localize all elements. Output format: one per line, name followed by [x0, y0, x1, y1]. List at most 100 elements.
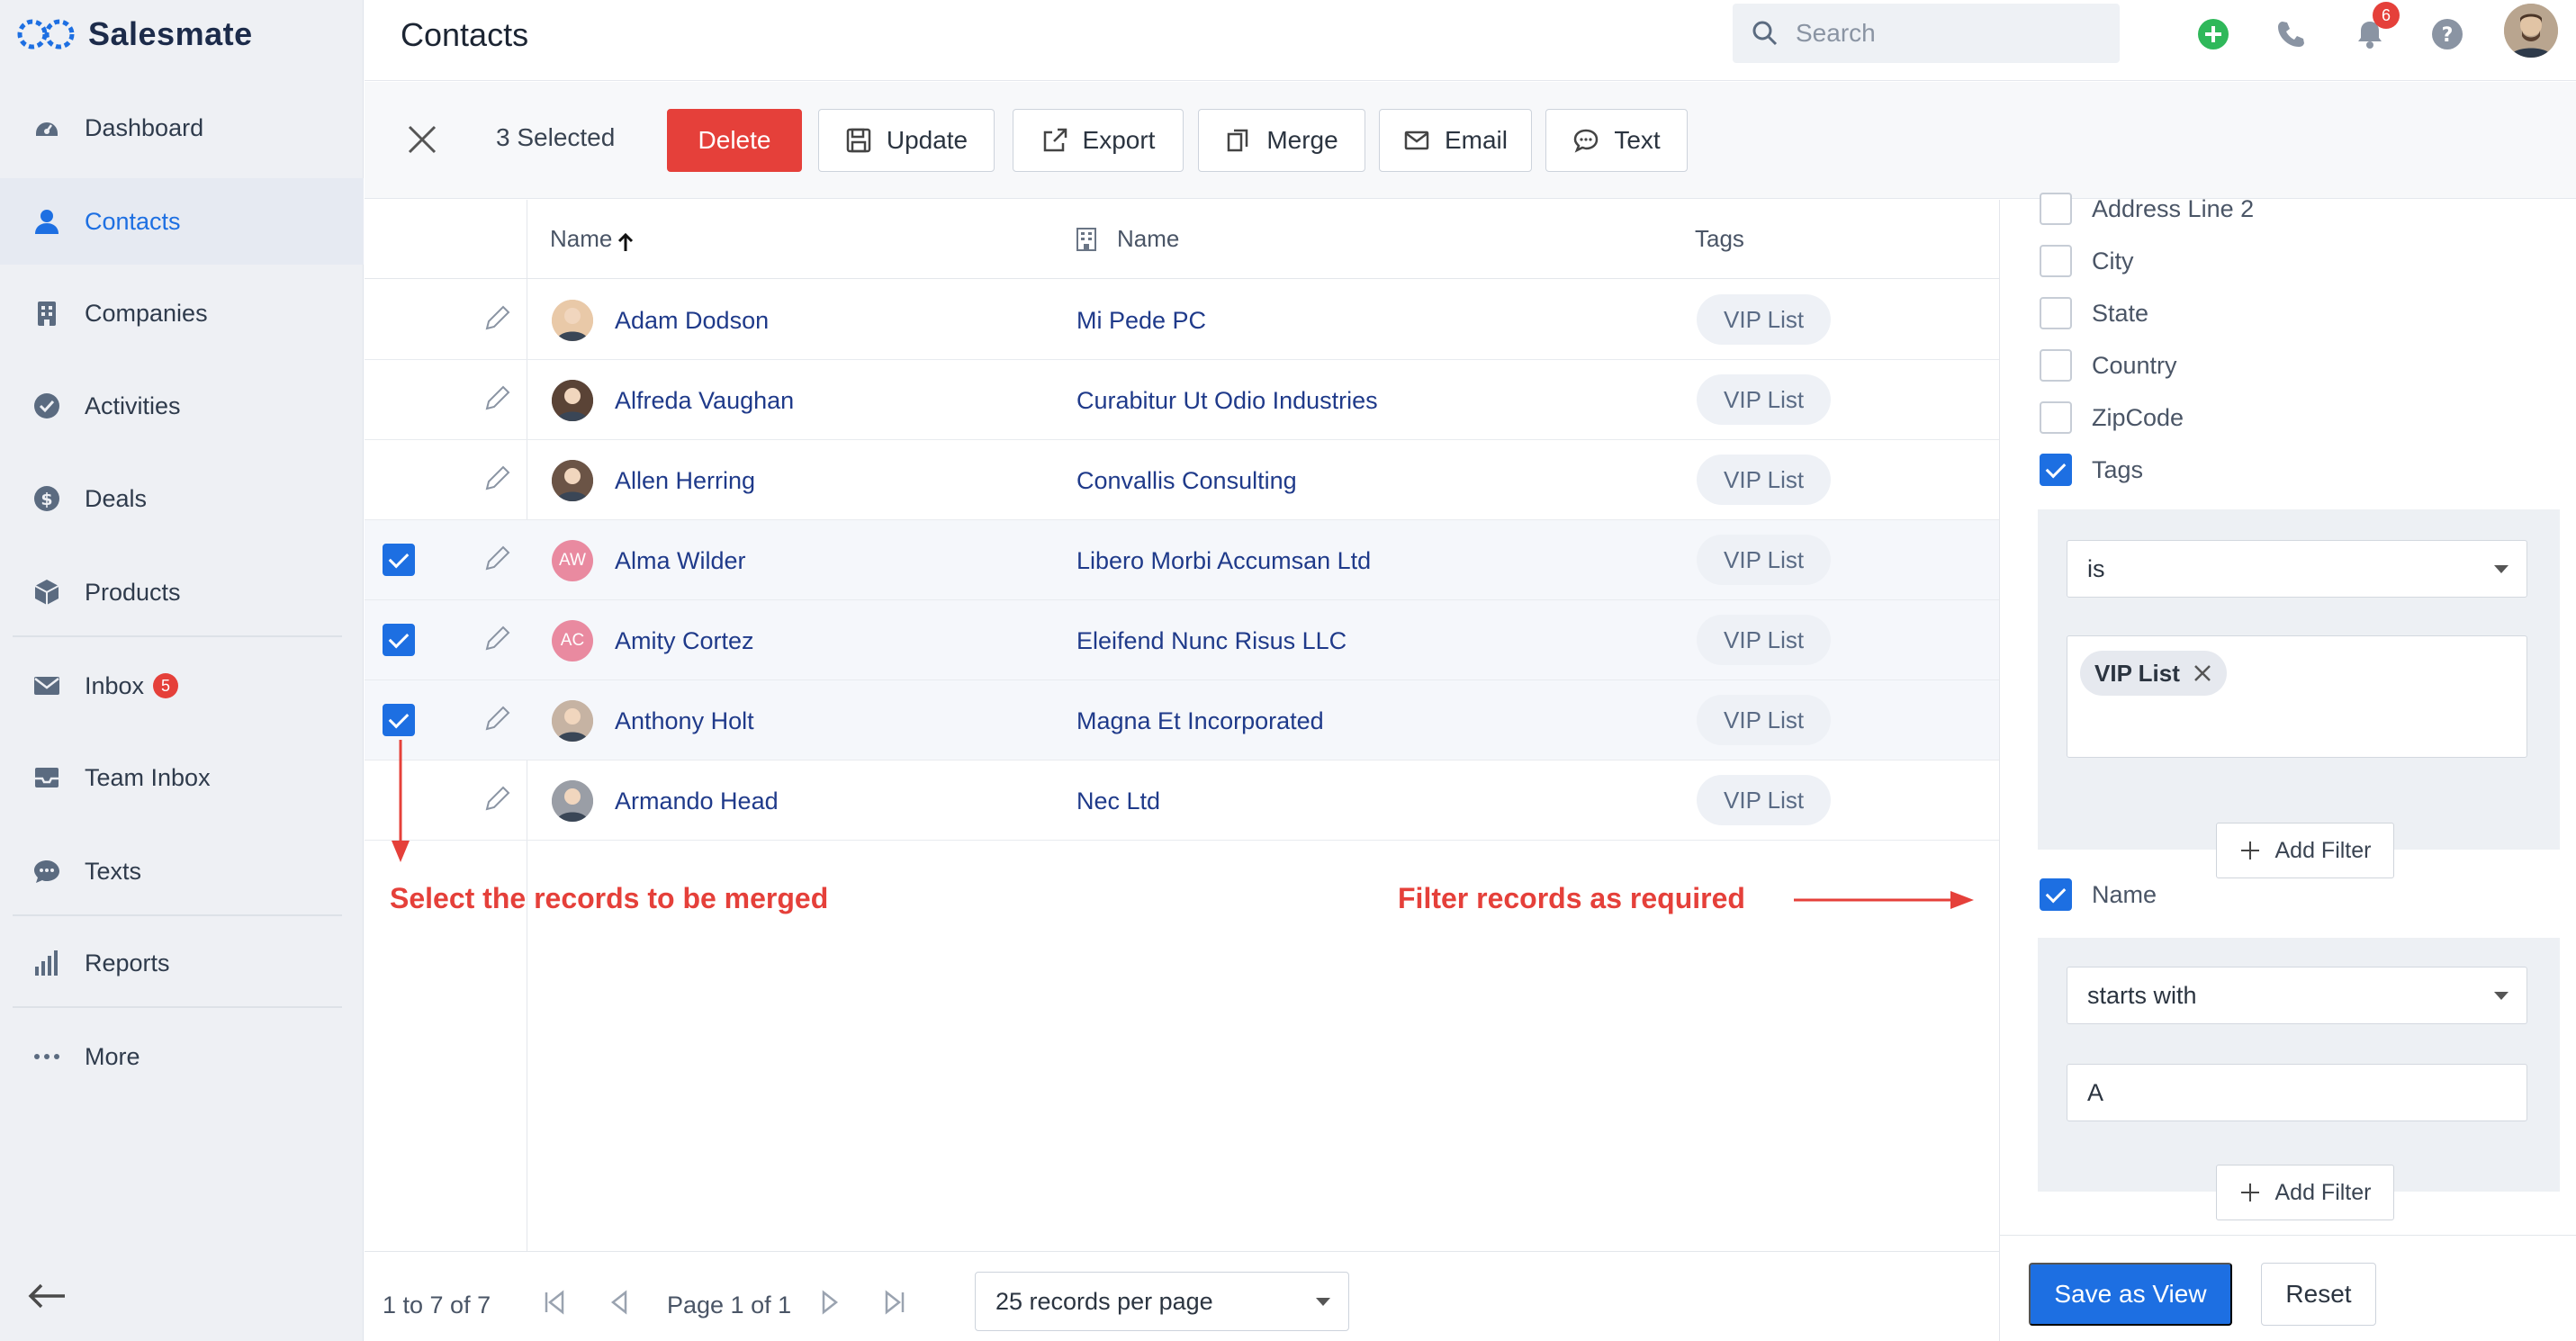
sidebar-item-team-inbox[interactable]: Team Inbox: [0, 734, 364, 821]
tag-badge: VIP List: [1697, 775, 1832, 825]
filter-field-country[interactable]: Country: [2040, 349, 2177, 382]
row-checkbox[interactable]: [383, 624, 415, 656]
first-page-icon[interactable]: [541, 1288, 570, 1317]
contact-name-link[interactable]: Armando Head: [615, 788, 779, 815]
sidebar-item-dashboard[interactable]: Dashboard: [0, 85, 364, 171]
export-button[interactable]: Export: [1013, 109, 1184, 172]
table-row[interactable]: Allen Herring Convallis Consulting VIP L…: [365, 440, 1999, 520]
edit-pencil-icon[interactable]: [482, 303, 512, 334]
column-header-name[interactable]: Name: [550, 225, 635, 253]
sidebar-item-more[interactable]: More: [0, 1013, 364, 1100]
company-name-link[interactable]: Magna Et Incorporated: [1076, 707, 1324, 735]
checkbox[interactable]: [2040, 878, 2072, 911]
sidebar-item-deals[interactable]: $ Deals: [0, 455, 364, 542]
delete-button[interactable]: Delete: [667, 109, 802, 172]
edit-pencil-icon[interactable]: [482, 704, 512, 734]
app-name: Salesmate: [88, 15, 253, 52]
company-name-link[interactable]: Libero Morbi Accumsan Ltd: [1076, 547, 1371, 575]
logo[interactable]: Salesmate: [16, 13, 253, 56]
checkbox[interactable]: [2040, 454, 2072, 486]
email-button[interactable]: Email: [1379, 109, 1532, 172]
top-bar: Contacts 6 ?: [365, 0, 2576, 81]
filter-field-tags[interactable]: Tags: [2040, 454, 2143, 486]
checkbox[interactable]: [2040, 349, 2072, 382]
sidebar-item-texts[interactable]: Texts: [0, 828, 364, 914]
edit-pencil-icon[interactable]: [482, 784, 512, 814]
edit-pencil-icon[interactable]: [482, 464, 512, 494]
contact-name-link[interactable]: Alma Wilder: [615, 547, 746, 575]
checkbox[interactable]: [2040, 297, 2072, 329]
contact-name-link[interactable]: Anthony Holt: [615, 707, 754, 735]
phone-icon[interactable]: [2273, 16, 2309, 52]
update-button[interactable]: Update: [818, 109, 995, 172]
filter-field-zipcode[interactable]: ZipCode: [2040, 401, 2184, 434]
tags-operator-select[interactable]: is: [2067, 540, 2527, 598]
add-filter-button[interactable]: Add Filter: [2216, 1165, 2394, 1220]
sidebar-item-label: Reports: [85, 949, 170, 976]
previous-page-icon[interactable]: [604, 1288, 633, 1317]
add-icon[interactable]: [2195, 16, 2231, 52]
company-name-link[interactable]: Mi Pede PC: [1076, 307, 1206, 335]
name-operator-select[interactable]: starts with: [2067, 967, 2527, 1024]
contact-name-link[interactable]: Alfreda Vaughan: [615, 387, 794, 415]
name-value-input[interactable]: A: [2067, 1064, 2527, 1121]
company-name-link[interactable]: Curabitur Ut Odio Industries: [1076, 387, 1378, 415]
checkbox[interactable]: [2040, 245, 2072, 277]
sidebar-item-companies[interactable]: Companies: [0, 270, 364, 356]
user-avatar[interactable]: [2504, 4, 2558, 58]
text-button[interactable]: Text: [1545, 109, 1688, 172]
help-icon[interactable]: ?: [2429, 16, 2465, 52]
email-label: Email: [1444, 126, 1508, 154]
remove-chip-icon[interactable]: [2193, 663, 2212, 683]
table-row[interactable]: AW Alma Wilder Libero Morbi Accumsan Ltd…: [365, 520, 1999, 600]
column-header-company[interactable]: Name: [1076, 225, 1179, 253]
table-row[interactable]: AC Amity Cortez Eleifend Nunc Risus LLC …: [365, 600, 1999, 680]
sidebar-item-reports[interactable]: Reports: [0, 920, 364, 1006]
reset-button[interactable]: Reset: [2261, 1263, 2376, 1326]
sidebar-item-activities[interactable]: Activities: [0, 363, 364, 449]
contact-name-link[interactable]: Amity Cortez: [615, 627, 754, 655]
search-input[interactable]: [1796, 19, 2102, 48]
company-name-link[interactable]: Nec Ltd: [1076, 788, 1160, 815]
company-name-link[interactable]: Convallis Consulting: [1076, 467, 1297, 495]
last-page-icon[interactable]: [879, 1288, 908, 1317]
checkbox[interactable]: [2040, 401, 2072, 434]
contact-name-link[interactable]: Allen Herring: [615, 467, 755, 495]
sidebar-item-products[interactable]: Products: [0, 549, 364, 635]
checkbox[interactable]: [2040, 193, 2072, 225]
filter-field-address-line-2[interactable]: Address Line 2: [2040, 193, 2254, 225]
company-name-link[interactable]: Eleifend Nunc Risus LLC: [1076, 627, 1347, 655]
column-header-tags[interactable]: Tags: [1695, 225, 1744, 253]
add-filter-button[interactable]: Add Filter: [2216, 823, 2394, 878]
plus-icon: [2240, 1184, 2259, 1202]
row-checkbox[interactable]: [383, 544, 415, 576]
table-row[interactable]: Armando Head Nec Ltd VIP List: [365, 760, 1999, 841]
sidebar-item-inbox[interactable]: Inbox 5: [0, 643, 364, 729]
svg-text:?: ?: [2442, 24, 2454, 47]
table-row[interactable]: Alfreda Vaughan Curabitur Ut Odio Indust…: [365, 360, 1999, 440]
table-row[interactable]: Adam Dodson Mi Pede PC VIP List: [365, 280, 1999, 360]
contact-name-link[interactable]: Adam Dodson: [615, 307, 769, 335]
row-checkbox[interactable]: [383, 704, 415, 736]
search-box[interactable]: [1733, 4, 2120, 63]
next-page-icon[interactable]: [816, 1288, 845, 1317]
tags-value-input[interactable]: VIP List: [2067, 635, 2527, 758]
table-row[interactable]: Anthony Holt Magna Et Incorporated VIP L…: [365, 680, 1999, 760]
edit-pencil-icon[interactable]: [482, 383, 512, 414]
avatar: [552, 460, 593, 501]
tag-badge: VIP List: [1697, 535, 1832, 585]
close-icon[interactable]: [404, 122, 440, 158]
records-per-page-select[interactable]: 25 records per page: [975, 1272, 1349, 1331]
delete-label: Delete: [698, 126, 771, 154]
edit-pencil-icon[interactable]: [482, 544, 512, 574]
collapse-sidebar-icon[interactable]: [25, 1278, 68, 1314]
filter-field-city[interactable]: City: [2040, 245, 2134, 277]
column-header-label: Name: [1117, 225, 1180, 252]
save-as-view-button[interactable]: Save as View: [2029, 1263, 2232, 1326]
add-filter-label: Add Filter: [2274, 1179, 2372, 1205]
filter-field-state[interactable]: State: [2040, 297, 2148, 329]
merge-button[interactable]: Merge: [1198, 109, 1365, 172]
sidebar-item-contacts[interactable]: Contacts: [0, 178, 364, 265]
edit-pencil-icon[interactable]: [482, 624, 512, 654]
filter-field-name[interactable]: Name: [2040, 878, 2157, 911]
